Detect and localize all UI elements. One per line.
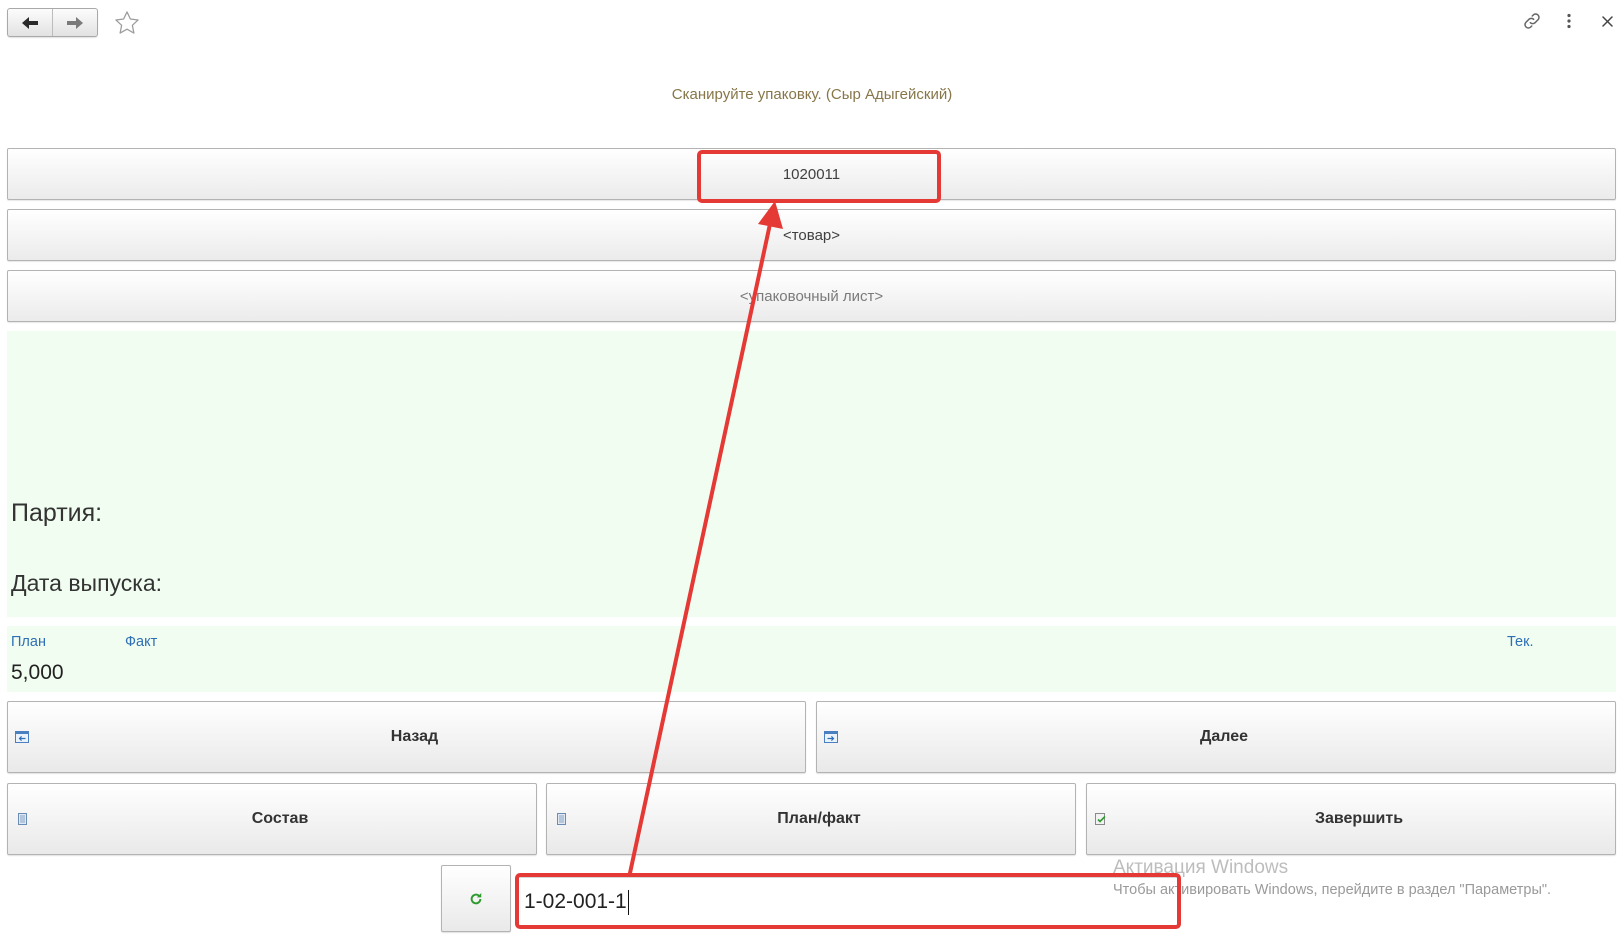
composition-button[interactable]: Состав xyxy=(7,783,537,855)
finish-button[interactable]: Завершить xyxy=(1086,783,1616,855)
packing-list-placeholder: <упаковочный лист> xyxy=(739,287,884,305)
plan-label: План xyxy=(11,634,46,650)
plan-value: 5,000 xyxy=(11,661,64,684)
instruction-text: Сканируйте упаковку. (Сыр Адыгейский) xyxy=(671,86,953,103)
document-check-icon xyxy=(1094,812,1108,826)
release-date-label: Дата выпуска: xyxy=(11,570,163,596)
quantity-panel: План Факт Тек. 5,000 xyxy=(7,626,1616,692)
history-nav-group xyxy=(7,8,98,37)
copy-link-button[interactable] xyxy=(1522,11,1542,31)
star-icon xyxy=(115,11,139,34)
scan-input[interactable]: 1-02-001-1 xyxy=(517,877,1179,927)
window-arrow-left-icon xyxy=(15,730,29,744)
refresh-icon xyxy=(470,892,482,904)
more-actions-button[interactable] xyxy=(1561,11,1577,31)
kebab-menu-icon xyxy=(1567,13,1571,29)
add-to-favorites-button[interactable] xyxy=(113,9,141,37)
window-arrow-right-icon xyxy=(824,730,838,744)
document-icon xyxy=(554,812,568,826)
close-button[interactable] xyxy=(1599,13,1615,29)
text-cursor xyxy=(627,889,630,915)
link-icon xyxy=(1524,13,1540,29)
next-button-label: Далее xyxy=(1199,728,1249,745)
barcode-field[interactable]: 1020011 xyxy=(7,148,1616,200)
close-icon xyxy=(1601,15,1613,27)
windows-activation-title: Активация Windows xyxy=(1113,857,1289,878)
plan-fact-button[interactable]: План/факт xyxy=(546,783,1076,855)
finish-button-label: Завершить xyxy=(1314,810,1404,827)
arrow-left-icon xyxy=(22,16,38,29)
fact-label: Факт xyxy=(125,634,158,650)
windows-activation-text: Чтобы активировать Windows, перейдите в … xyxy=(1113,882,1552,898)
product-field[interactable]: <товар> xyxy=(7,209,1616,261)
batch-info-panel: Партия: Дата выпуска: xyxy=(7,331,1616,617)
arrow-right-icon xyxy=(67,16,83,29)
back-button-label: Назад xyxy=(390,728,439,745)
document-icon xyxy=(15,812,29,826)
product-placeholder: <товар> xyxy=(782,226,841,244)
refresh-button[interactable] xyxy=(441,865,511,932)
scan-input-value: 1-02-001-1 xyxy=(524,890,627,913)
plan-fact-button-label: План/факт xyxy=(777,810,861,827)
composition-button-label: Состав xyxy=(251,810,309,827)
back-button[interactable]: Назад xyxy=(7,701,806,773)
next-button[interactable]: Далее xyxy=(816,701,1616,773)
barcode-value: 1020011 xyxy=(782,165,841,183)
nav-back-button[interactable] xyxy=(8,9,52,36)
nav-forward-button[interactable] xyxy=(52,9,97,36)
current-label: Тек. xyxy=(1507,634,1534,650)
packing-list-field[interactable]: <упаковочный лист> xyxy=(7,270,1616,322)
batch-label: Партия: xyxy=(11,499,103,527)
